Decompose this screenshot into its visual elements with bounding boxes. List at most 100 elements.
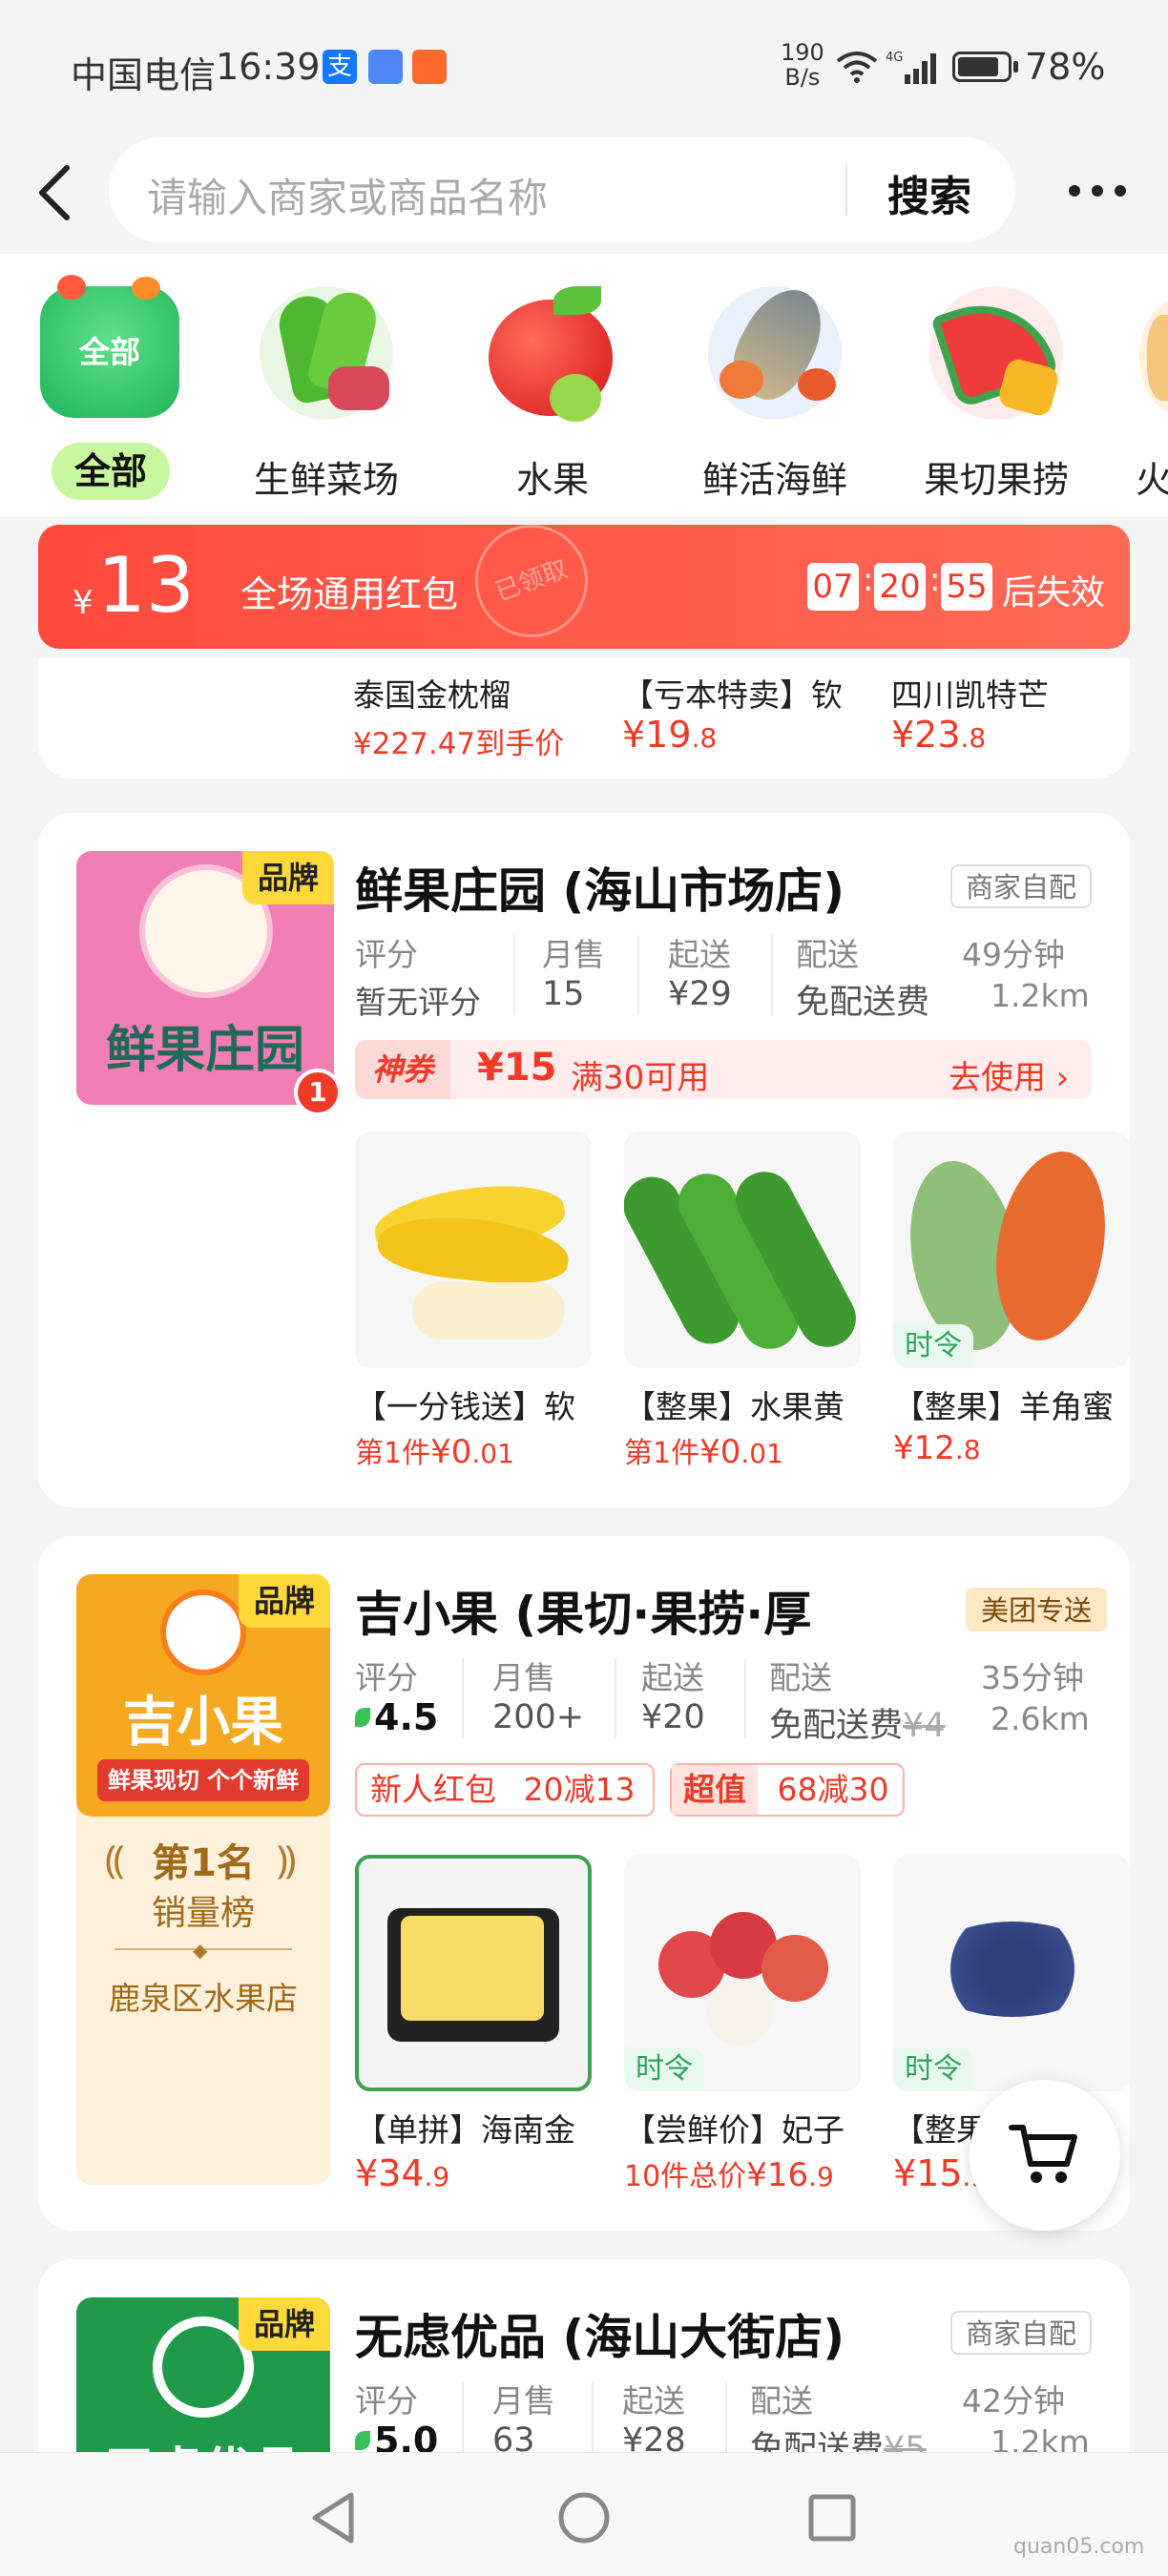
product-card[interactable]: 时令 【整果】羊角蜜 ¥12.8: [893, 1132, 1130, 1475]
stat-divider: [725, 2381, 727, 2452]
back-icon[interactable]: [34, 162, 74, 223]
product-card[interactable]: 【一分钱送】软 第1件¥0.01: [355, 1132, 605, 1475]
category-item-all[interactable]: 全部 全部: [38, 271, 183, 500]
product-card[interactable]: 【整果】水果黄 第1件¥0.01: [624, 1132, 874, 1475]
app-notification-icon-2: [412, 50, 447, 84]
product-price: ¥23.8: [891, 714, 986, 756]
product-name: 【单拼】海南金: [355, 2111, 575, 2149]
delivery-time: 35分钟: [981, 1659, 1084, 1696]
cart-button[interactable]: [970, 2080, 1120, 2231]
partial-store-card[interactable]: 泰国金枕榴 ¥227.47到手价 【亏本特卖】钦 ¥19.8 四川凯特芒 ¥23…: [38, 658, 1130, 779]
min-order-label: 起送: [641, 1659, 704, 1696]
rating-value: 5.0: [374, 2420, 439, 2452]
price-int: ¥19: [622, 714, 692, 756]
basket-icon: 全部: [40, 275, 179, 418]
stat-divider: [637, 935, 639, 1015]
rating-value: 暂无评分: [355, 984, 481, 1021]
network-speed-unit: B/s: [784, 64, 821, 91]
product-card[interactable]: 【单拼】海南金 ¥34.9: [355, 1855, 605, 2198]
signal-icon: 4G: [886, 51, 936, 84]
store-name[interactable]: 无虑优品 (海山大街店): [355, 2299, 908, 2368]
store-name[interactable]: 吉小果 (果切·果捞·厚: [355, 1576, 899, 1645]
delivery-fee-value: 免配送费: [750, 2430, 885, 2452]
product-card[interactable]: 时令 【尝鲜价】妃子 10件总价¥16.9: [624, 1855, 874, 2198]
store-logo: 鲜果庄园 品牌 1: [76, 851, 342, 1116]
network-speed: 190 B/s: [781, 40, 824, 90]
coupon-condition: 满30可用: [571, 1059, 710, 1097]
delivery-fee: 免配送费: [796, 984, 930, 1022]
distance: 1.2km: [991, 977, 1090, 1014]
min-order-value: ¥29: [668, 975, 732, 1013]
seasonal-badge: 时令: [893, 2047, 973, 2091]
delivery-label: 配送: [796, 936, 859, 973]
watermark: quan05.com: [1013, 2535, 1145, 2559]
product-price: 第1件¥0.01: [624, 1429, 783, 1471]
sales-value: 15: [542, 975, 585, 1013]
red-packet-text: 全场通用红包: [240, 573, 459, 615]
delivery-label: 配送: [750, 2382, 813, 2420]
stat-divider: [462, 1658, 464, 1738]
stat-divider: [592, 2381, 594, 2452]
countdown-hours: 07: [807, 563, 859, 611]
category-label: 火: [1136, 459, 1168, 501]
store-card[interactable]: 无虑优品 品牌 无虑优品 (海山大街店) 商家自配 评分 5.0 月售 63 起…: [38, 2259, 1130, 2452]
price-prefix: 10件总价: [624, 2160, 747, 2193]
category-item-fruit-cut[interactable]: 果切果捞: [920, 271, 1073, 501]
logo-text: 无虑优品: [76, 2431, 330, 2452]
product-price: ¥34.9: [355, 2152, 449, 2194]
battery-icon: [952, 52, 1012, 82]
distance: 1.2km: [991, 2423, 1090, 2452]
category-item-fruit[interactable]: 水果: [481, 271, 624, 501]
more-icon[interactable]: [1067, 183, 1128, 198]
nav-home-icon[interactable]: [557, 2491, 611, 2545]
category-item-hotpot[interactable]: 火: [1136, 271, 1168, 501]
coupon-value: 68减30: [777, 1771, 889, 1808]
coupon-bar[interactable]: 神券 ¥15 满30可用 去使用 ›: [355, 1040, 1092, 1099]
product-image-cucumber: [624, 1132, 861, 1368]
category-label: 全部: [52, 443, 170, 500]
rating-label: 评分: [355, 1659, 418, 1696]
store-logo: 吉小果 鲜果现切 个个新鲜 品牌: [76, 1574, 330, 1817]
red-packet-amount: 13: [97, 541, 195, 630]
search-box: 请输入商家或商品名称 搜索: [109, 137, 1015, 242]
price-int: ¥34: [355, 2152, 425, 2194]
category-label: 水果: [515, 459, 589, 501]
red-packet-currency: ¥: [73, 584, 94, 622]
search-button[interactable]: 搜索: [887, 162, 971, 223]
coupon-new-user[interactable]: 新人红包 20减13: [355, 1763, 655, 1817]
brand-tag: 品牌: [239, 2297, 330, 2351]
price-int: ¥12: [893, 1429, 955, 1467]
category-item-fresh-market[interactable]: 生鲜菜场: [250, 271, 403, 501]
logo-text: 吉小果: [123, 1692, 283, 1754]
stat-divider: [462, 2381, 464, 2452]
nav-back-icon[interactable]: [309, 2491, 359, 2545]
diamond-icon: ◆: [193, 1939, 208, 1962]
seasonal-badge: 时令: [893, 1324, 973, 1368]
stat-divider: [744, 1658, 746, 1738]
nav-recents-icon[interactable]: [807, 2493, 857, 2543]
store-card[interactable]: 吉小果 鲜果现切 个个新鲜 品牌 ⸨ 第1名 ⸩ 销量榜 ◆ 鹿泉区水果店 吉小…: [38, 1536, 1130, 2231]
category-label: 鲜活海鲜: [701, 459, 847, 501]
price-dec: .8: [954, 1434, 981, 1465]
search-input[interactable]: 请输入商家或商品名称: [147, 166, 548, 224]
countdown-suffix: 后失效: [1002, 573, 1106, 613]
delivery-fee-original: ¥4: [903, 1707, 946, 1745]
price-dec: .9: [424, 2161, 450, 2192]
store-logo-panel: 吉小果 鲜果现切 个个新鲜 品牌 ⸨ 第1名 ⸩ 销量榜 ◆ 鹿泉区水果店: [76, 1574, 330, 2185]
product-name: 【整果】水果黄: [624, 1388, 845, 1425]
coupon-super-value[interactable]: 超值 68减30: [670, 1763, 905, 1817]
alipay-icon: 支: [323, 50, 357, 84]
delivery-time: 42分钟: [962, 2382, 1065, 2420]
red-packet-banner[interactable]: ¥ 13 全场通用红包 已领取 07 : 20 : 55 后失效: [38, 525, 1130, 649]
category-item-seafood[interactable]: 鲜活海鲜: [699, 271, 851, 501]
coupon-value: 20减13: [523, 1771, 636, 1808]
store-card[interactable]: 鲜果庄园 品牌 1 鲜果庄园 (海山市场店) 商家自配 评分 暂无评分 月售 1…: [38, 813, 1130, 1507]
mascot-icon: [160, 1589, 246, 1675]
coupon-use-link[interactable]: 去使用 ›: [949, 1051, 1069, 1098]
hotpot-icon: [1139, 300, 1168, 414]
price-int: ¥23: [891, 714, 961, 756]
coupon-tag: 神券: [355, 1040, 450, 1099]
store-name[interactable]: 鲜果庄园 (海山市场店): [355, 853, 908, 922]
delivery-label: 配送: [769, 1659, 832, 1696]
product-image-blueberry: 时令: [893, 1855, 1130, 2091]
